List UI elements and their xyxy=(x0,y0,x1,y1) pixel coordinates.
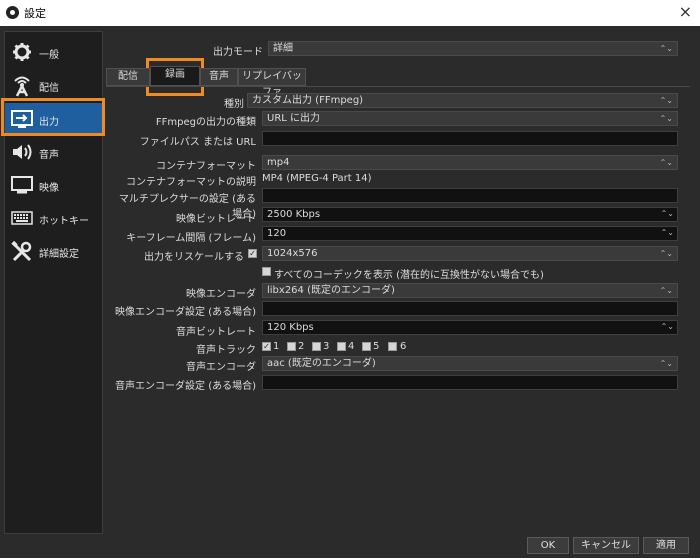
audio-bitrate-value: 120 Kbps xyxy=(267,322,314,333)
output-mode-value: 詳細 xyxy=(273,43,293,54)
sidebar-item-hotkeys[interactable]: ホットキー xyxy=(5,202,102,234)
sidebar-item-label: 配信 xyxy=(39,83,59,94)
file-path-label: ファイルパス または URL xyxy=(139,137,256,148)
video-encoder-settings-input[interactable] xyxy=(262,301,678,316)
audio-track-4-label: 4 xyxy=(348,341,355,352)
container-desc-value: MP4 (MPEG-4 Part 14) xyxy=(262,173,372,184)
ffmpeg-output-type-label: FFmpegの出力の種類 xyxy=(155,117,256,128)
container-format-value: mp4 xyxy=(267,157,290,168)
type-value: カスタム出力 (FFmpeg) xyxy=(252,95,364,106)
video-encoder-settings-label: 映像エンコーダ設定 (ある場合) xyxy=(115,307,256,318)
sidebar-item-stream[interactable]: 配信 xyxy=(5,69,102,101)
ffmpeg-output-type-select[interactable]: URL に出力 ⌃⌄ xyxy=(262,111,678,126)
tab-stream[interactable]: 配信 xyxy=(106,68,150,86)
updown-arrow-icon: ⌃⌄ xyxy=(659,44,673,53)
video-bitrate-value: 2500 Kbps xyxy=(267,209,321,220)
video-encoder-label: 映像エンコーダ xyxy=(186,289,256,300)
audio-track-6-checkbox[interactable] xyxy=(388,342,397,351)
sidebar-item-label: 一般 xyxy=(39,50,59,61)
audio-track-label: 音声トラック xyxy=(196,345,256,356)
audio-bitrate-spinbox[interactable]: 120 Kbps ⌃⌄ xyxy=(262,320,678,335)
audio-encoder-label: 音声エンコーダ xyxy=(186,362,256,373)
gear-icon xyxy=(11,42,33,62)
audio-track-3-checkbox[interactable] xyxy=(312,342,321,351)
updown-arrow-icon: ⌃⌄ xyxy=(659,158,673,167)
video-encoder-select[interactable]: libx264 (既定のエンコーダ) ⌃⌄ xyxy=(262,283,678,298)
video-encoder-value: libx264 (既定のエンコーダ) xyxy=(267,285,395,296)
sidebar-item-audio[interactable]: 音声 xyxy=(5,136,102,168)
spin-arrows-icon[interactable]: ⌃⌄ xyxy=(661,226,674,239)
audio-encoder-select[interactable]: aac (既定のエンコーダ) ⌃⌄ xyxy=(262,356,678,371)
rescale-checkbox[interactable]: ✓ xyxy=(248,249,257,258)
muxer-settings-input[interactable] xyxy=(262,188,678,203)
highlight-output xyxy=(1,98,105,136)
type-select[interactable]: カスタム出力 (FFmpeg) ⌃⌄ xyxy=(247,93,678,108)
speaker-icon xyxy=(11,142,33,162)
updown-arrow-icon: ⌃⌄ xyxy=(659,96,673,105)
audio-bitrate-label: 音声ビットレート xyxy=(176,327,256,338)
tab-audio[interactable]: 音声 xyxy=(200,68,238,86)
audio-encoder-value: aac (既定のエンコーダ) xyxy=(267,358,376,369)
keyframe-interval-value: 120 xyxy=(267,228,287,239)
video-bitrate-label: 映像ビットレート xyxy=(176,214,256,225)
container-desc-label: コンテナフォーマットの説明 xyxy=(126,177,256,188)
monitor-icon xyxy=(11,175,33,195)
window-title: 設定 xyxy=(24,7,46,20)
updown-arrow-icon: ⌃⌄ xyxy=(659,114,673,123)
ffmpeg-output-type-value: URL に出力 xyxy=(267,113,321,124)
stream-icon xyxy=(11,75,33,97)
output-mode-select[interactable]: 詳細 ⌃⌄ xyxy=(268,41,678,56)
title-bar: 設定 × xyxy=(0,0,700,26)
sidebar-item-label: ホットキー xyxy=(39,216,89,227)
keyboard-icon xyxy=(11,208,33,228)
audio-track-4-checkbox[interactable] xyxy=(337,342,346,351)
spin-arrows-icon[interactable]: ⌃⌄ xyxy=(661,320,674,333)
sidebar-item-advanced[interactable]: 詳細設定 xyxy=(5,235,102,267)
tools-icon xyxy=(11,240,33,262)
audio-track-1-checkbox[interactable]: ✓ xyxy=(262,342,271,351)
show-all-codecs-checkbox[interactable] xyxy=(262,267,271,276)
audio-encoder-settings-input[interactable] xyxy=(262,375,678,390)
ok-button[interactable]: OK xyxy=(527,537,569,554)
sidebar-item-label: 映像 xyxy=(39,183,59,194)
sidebar-item-general[interactable]: 一般 xyxy=(5,36,102,68)
type-label: 種別 xyxy=(224,99,244,110)
audio-track-2-checkbox[interactable] xyxy=(287,342,296,351)
audio-track-5-checkbox[interactable] xyxy=(362,342,371,351)
audio-encoder-settings-label: 音声エンコーダ設定 (ある場合) xyxy=(115,381,256,392)
file-path-input[interactable] xyxy=(262,131,678,146)
audio-track-5-label: 5 xyxy=(373,341,380,352)
show-all-codecs-label: すべてのコーデックを表示 (潜在的に互換性がない場合でも) xyxy=(274,270,544,281)
obs-logo-icon xyxy=(6,6,19,19)
cancel-button[interactable]: キャンセル xyxy=(573,537,639,554)
audio-track-1-label: 1 xyxy=(273,341,280,352)
updown-arrow-icon: ⌃⌄ xyxy=(659,359,673,368)
audio-track-6-label: 6 xyxy=(400,341,407,352)
apply-button[interactable]: 適用 xyxy=(643,537,689,554)
sidebar-item-video[interactable]: 映像 xyxy=(5,169,102,201)
keyframe-interval-spinbox[interactable]: 120 ⌃⌄ xyxy=(262,226,678,241)
tab-recording[interactable]: 録画 xyxy=(150,66,200,86)
spin-arrows-icon[interactable]: ⌃⌄ xyxy=(661,207,674,220)
output-mode-label: 出力モード xyxy=(213,47,263,58)
tab-replay-buffer[interactable]: リプレイバッファ xyxy=(238,68,306,98)
close-button[interactable]: × xyxy=(679,2,692,21)
rescale-resolution-value: 1024x576 xyxy=(267,248,318,259)
video-bitrate-spinbox[interactable]: 2500 Kbps ⌃⌄ xyxy=(262,207,678,222)
rescale-resolution-select[interactable]: 1024x576 ⌃⌄ xyxy=(262,246,678,261)
container-format-select[interactable]: mp4 ⌃⌄ xyxy=(262,155,678,170)
container-format-label: コンテナフォーマット xyxy=(156,161,256,172)
updown-arrow-icon: ⌃⌄ xyxy=(659,286,673,295)
rescale-label: 出力をリスケールする xyxy=(144,252,244,263)
updown-arrow-icon: ⌃⌄ xyxy=(659,249,673,258)
keyframe-interval-label: キーフレーム間隔 (フレーム) xyxy=(126,233,256,244)
audio-track-3-label: 3 xyxy=(323,341,330,352)
audio-track-2-label: 2 xyxy=(298,341,305,352)
sidebar-item-label: 音声 xyxy=(39,150,59,161)
sidebar-item-label: 詳細設定 xyxy=(39,249,79,260)
